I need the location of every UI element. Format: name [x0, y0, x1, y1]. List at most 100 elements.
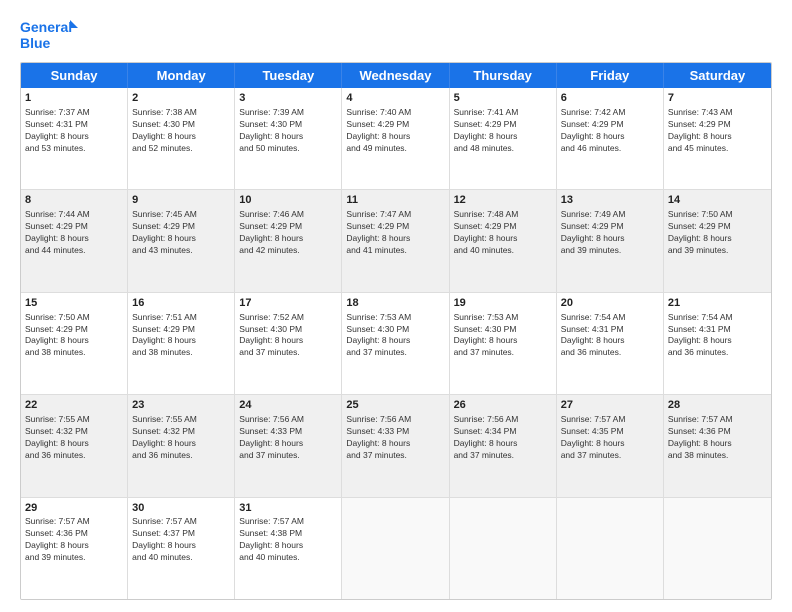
day-number: 24 — [239, 398, 337, 413]
day-number: 8 — [25, 193, 123, 208]
calendar-cell: 29Sunrise: 7:57 AMSunset: 4:36 PMDayligh… — [21, 498, 128, 599]
cell-content: Sunrise: 7:46 AMSunset: 4:29 PMDaylight:… — [239, 209, 337, 257]
cell-content: Sunrise: 7:40 AMSunset: 4:29 PMDaylight:… — [346, 107, 444, 155]
header: General Blue — [20, 16, 772, 54]
cell-content: Sunrise: 7:57 AMSunset: 4:36 PMDaylight:… — [668, 414, 767, 462]
logo: General Blue — [20, 16, 80, 54]
day-number: 2 — [132, 91, 230, 106]
cell-content: Sunrise: 7:52 AMSunset: 4:30 PMDaylight:… — [239, 312, 337, 360]
calendar-cell: 22Sunrise: 7:55 AMSunset: 4:32 PMDayligh… — [21, 395, 128, 496]
calendar-cell: 15Sunrise: 7:50 AMSunset: 4:29 PMDayligh… — [21, 293, 128, 394]
calendar-cell — [450, 498, 557, 599]
cell-content: Sunrise: 7:54 AMSunset: 4:31 PMDaylight:… — [668, 312, 767, 360]
cell-content: Sunrise: 7:42 AMSunset: 4:29 PMDaylight:… — [561, 107, 659, 155]
day-number: 7 — [668, 91, 767, 106]
calendar-cell: 16Sunrise: 7:51 AMSunset: 4:29 PMDayligh… — [128, 293, 235, 394]
calendar-cell: 14Sunrise: 7:50 AMSunset: 4:29 PMDayligh… — [664, 190, 771, 291]
cell-content: Sunrise: 7:53 AMSunset: 4:30 PMDaylight:… — [346, 312, 444, 360]
day-number: 9 — [132, 193, 230, 208]
svg-text:Blue: Blue — [20, 35, 51, 51]
cell-content: Sunrise: 7:54 AMSunset: 4:31 PMDaylight:… — [561, 312, 659, 360]
day-number: 19 — [454, 296, 552, 311]
day-number: 16 — [132, 296, 230, 311]
cell-content: Sunrise: 7:44 AMSunset: 4:29 PMDaylight:… — [25, 209, 123, 257]
day-number: 4 — [346, 91, 444, 106]
day-number: 21 — [668, 296, 767, 311]
cell-content: Sunrise: 7:50 AMSunset: 4:29 PMDaylight:… — [668, 209, 767, 257]
day-number: 20 — [561, 296, 659, 311]
calendar-header-cell: Sunday — [21, 63, 128, 88]
calendar-row: 22Sunrise: 7:55 AMSunset: 4:32 PMDayligh… — [21, 395, 771, 497]
calendar-row: 15Sunrise: 7:50 AMSunset: 4:29 PMDayligh… — [21, 293, 771, 395]
cell-content: Sunrise: 7:57 AMSunset: 4:35 PMDaylight:… — [561, 414, 659, 462]
calendar-cell: 7Sunrise: 7:43 AMSunset: 4:29 PMDaylight… — [664, 88, 771, 189]
calendar: SundayMondayTuesdayWednesdayThursdayFrid… — [20, 62, 772, 600]
calendar-header-cell: Tuesday — [235, 63, 342, 88]
calendar-cell: 30Sunrise: 7:57 AMSunset: 4:37 PMDayligh… — [128, 498, 235, 599]
cell-content: Sunrise: 7:55 AMSunset: 4:32 PMDaylight:… — [132, 414, 230, 462]
cell-content: Sunrise: 7:51 AMSunset: 4:29 PMDaylight:… — [132, 312, 230, 360]
day-number: 22 — [25, 398, 123, 413]
cell-content: Sunrise: 7:39 AMSunset: 4:30 PMDaylight:… — [239, 107, 337, 155]
day-number: 18 — [346, 296, 444, 311]
day-number: 11 — [346, 193, 444, 208]
cell-content: Sunrise: 7:50 AMSunset: 4:29 PMDaylight:… — [25, 312, 123, 360]
day-number: 6 — [561, 91, 659, 106]
calendar-cell: 19Sunrise: 7:53 AMSunset: 4:30 PMDayligh… — [450, 293, 557, 394]
day-number: 13 — [561, 193, 659, 208]
calendar-cell: 21Sunrise: 7:54 AMSunset: 4:31 PMDayligh… — [664, 293, 771, 394]
cell-content: Sunrise: 7:56 AMSunset: 4:33 PMDaylight:… — [239, 414, 337, 462]
calendar-cell — [557, 498, 664, 599]
calendar-header-cell: Friday — [557, 63, 664, 88]
day-number: 28 — [668, 398, 767, 413]
day-number: 27 — [561, 398, 659, 413]
calendar-cell: 6Sunrise: 7:42 AMSunset: 4:29 PMDaylight… — [557, 88, 664, 189]
cell-content: Sunrise: 7:55 AMSunset: 4:32 PMDaylight:… — [25, 414, 123, 462]
logo-svg: General Blue — [20, 16, 80, 54]
calendar-cell: 23Sunrise: 7:55 AMSunset: 4:32 PMDayligh… — [128, 395, 235, 496]
calendar-row: 29Sunrise: 7:57 AMSunset: 4:36 PMDayligh… — [21, 498, 771, 599]
cell-content: Sunrise: 7:37 AMSunset: 4:31 PMDaylight:… — [25, 107, 123, 155]
day-number: 31 — [239, 501, 337, 516]
calendar-cell: 8Sunrise: 7:44 AMSunset: 4:29 PMDaylight… — [21, 190, 128, 291]
cell-content: Sunrise: 7:38 AMSunset: 4:30 PMDaylight:… — [132, 107, 230, 155]
calendar-cell: 10Sunrise: 7:46 AMSunset: 4:29 PMDayligh… — [235, 190, 342, 291]
calendar-cell: 9Sunrise: 7:45 AMSunset: 4:29 PMDaylight… — [128, 190, 235, 291]
day-number: 17 — [239, 296, 337, 311]
cell-content: Sunrise: 7:57 AMSunset: 4:38 PMDaylight:… — [239, 516, 337, 564]
day-number: 26 — [454, 398, 552, 413]
calendar-cell: 20Sunrise: 7:54 AMSunset: 4:31 PMDayligh… — [557, 293, 664, 394]
day-number: 30 — [132, 501, 230, 516]
cell-content: Sunrise: 7:41 AMSunset: 4:29 PMDaylight:… — [454, 107, 552, 155]
calendar-cell: 5Sunrise: 7:41 AMSunset: 4:29 PMDaylight… — [450, 88, 557, 189]
day-number: 23 — [132, 398, 230, 413]
calendar-cell: 4Sunrise: 7:40 AMSunset: 4:29 PMDaylight… — [342, 88, 449, 189]
cell-content: Sunrise: 7:56 AMSunset: 4:33 PMDaylight:… — [346, 414, 444, 462]
day-number: 1 — [25, 91, 123, 106]
calendar-cell — [664, 498, 771, 599]
calendar-cell: 12Sunrise: 7:48 AMSunset: 4:29 PMDayligh… — [450, 190, 557, 291]
day-number: 29 — [25, 501, 123, 516]
cell-content: Sunrise: 7:56 AMSunset: 4:34 PMDaylight:… — [454, 414, 552, 462]
calendar-cell: 17Sunrise: 7:52 AMSunset: 4:30 PMDayligh… — [235, 293, 342, 394]
calendar-cell: 3Sunrise: 7:39 AMSunset: 4:30 PMDaylight… — [235, 88, 342, 189]
calendar-header-cell: Saturday — [664, 63, 771, 88]
cell-content: Sunrise: 7:45 AMSunset: 4:29 PMDaylight:… — [132, 209, 230, 257]
day-number: 15 — [25, 296, 123, 311]
cell-content: Sunrise: 7:47 AMSunset: 4:29 PMDaylight:… — [346, 209, 444, 257]
day-number: 5 — [454, 91, 552, 106]
calendar-row: 1Sunrise: 7:37 AMSunset: 4:31 PMDaylight… — [21, 88, 771, 190]
cell-content: Sunrise: 7:49 AMSunset: 4:29 PMDaylight:… — [561, 209, 659, 257]
day-number: 14 — [668, 193, 767, 208]
calendar-row: 8Sunrise: 7:44 AMSunset: 4:29 PMDaylight… — [21, 190, 771, 292]
calendar-cell: 18Sunrise: 7:53 AMSunset: 4:30 PMDayligh… — [342, 293, 449, 394]
calendar-cell: 31Sunrise: 7:57 AMSunset: 4:38 PMDayligh… — [235, 498, 342, 599]
day-number: 12 — [454, 193, 552, 208]
calendar-cell: 13Sunrise: 7:49 AMSunset: 4:29 PMDayligh… — [557, 190, 664, 291]
calendar-cell: 25Sunrise: 7:56 AMSunset: 4:33 PMDayligh… — [342, 395, 449, 496]
svg-text:General: General — [20, 19, 72, 35]
calendar-header-cell: Wednesday — [342, 63, 449, 88]
cell-content: Sunrise: 7:57 AMSunset: 4:36 PMDaylight:… — [25, 516, 123, 564]
calendar-header-cell: Monday — [128, 63, 235, 88]
calendar-cell: 27Sunrise: 7:57 AMSunset: 4:35 PMDayligh… — [557, 395, 664, 496]
